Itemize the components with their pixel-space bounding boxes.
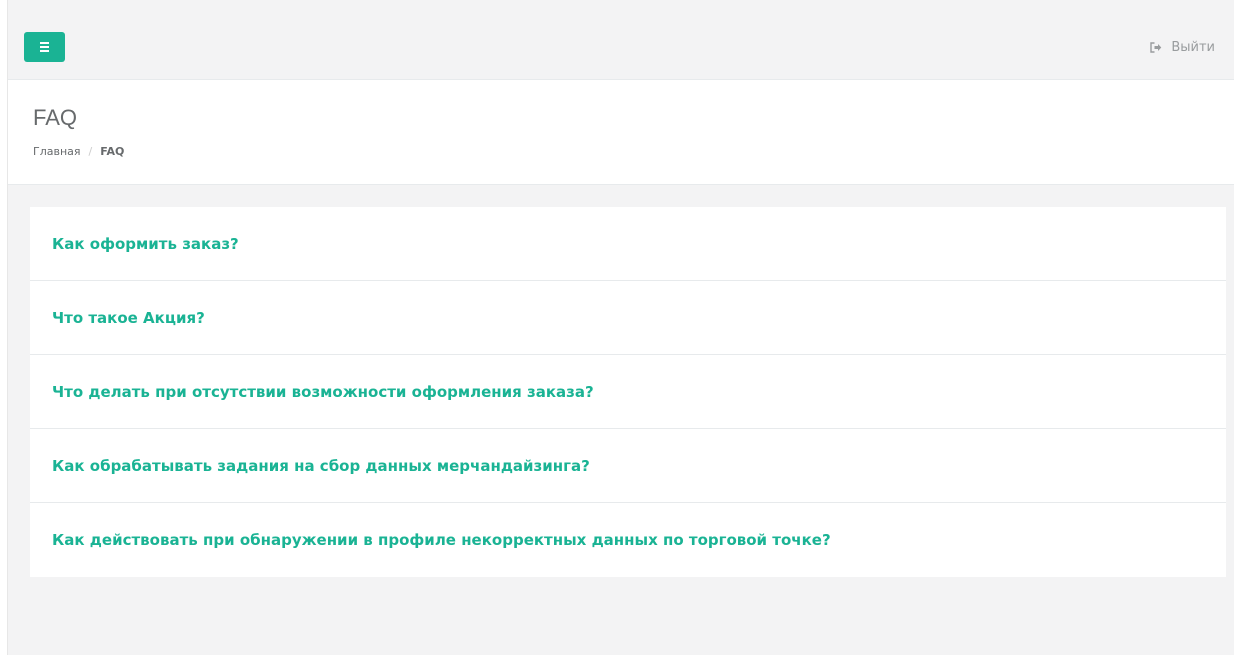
breadcrumb-separator: / [88,145,93,158]
faq-question[interactable]: Что такое Акция? [52,309,205,327]
faq-question[interactable]: Что делать при отсутствии возможности оф… [52,383,594,401]
faq-question[interactable]: Как действовать при обнаружении в профил… [52,531,831,549]
faq-question[interactable]: Как оформить заказ? [52,235,239,253]
faq-item[interactable]: Как действовать при обнаружении в профил… [30,503,1226,577]
logout-label: Выйти [1171,39,1215,55]
top-navbar: Выйти [8,0,1234,80]
faq-item[interactable]: Что делать при отсутствии возможности оф… [30,355,1226,429]
logout-link[interactable]: Выйти [1150,37,1215,57]
page-title: FAQ [33,105,78,130]
sign-out-icon [1150,41,1162,53]
faq-item[interactable]: Как обрабатывать задания на сбор данных … [30,429,1226,503]
faq-item[interactable]: Что такое Акция? [30,281,1226,355]
app-frame: Выйти FAQ Главная / FAQ Как оформить зак… [7,0,1234,655]
page-heading [8,80,1234,185]
faq-list: Как оформить заказ? Что такое Акция? Что… [30,207,1226,577]
breadcrumb-home-link[interactable]: Главная [33,144,81,160]
breadcrumb-current: FAQ [100,145,125,158]
faq-item[interactable]: Как оформить заказ? [30,207,1226,281]
faq-question[interactable]: Как обрабатывать задания на сбор данных … [52,457,590,475]
breadcrumb: Главная / FAQ [33,144,124,160]
sidebar-toggle-button[interactable] [24,32,65,62]
